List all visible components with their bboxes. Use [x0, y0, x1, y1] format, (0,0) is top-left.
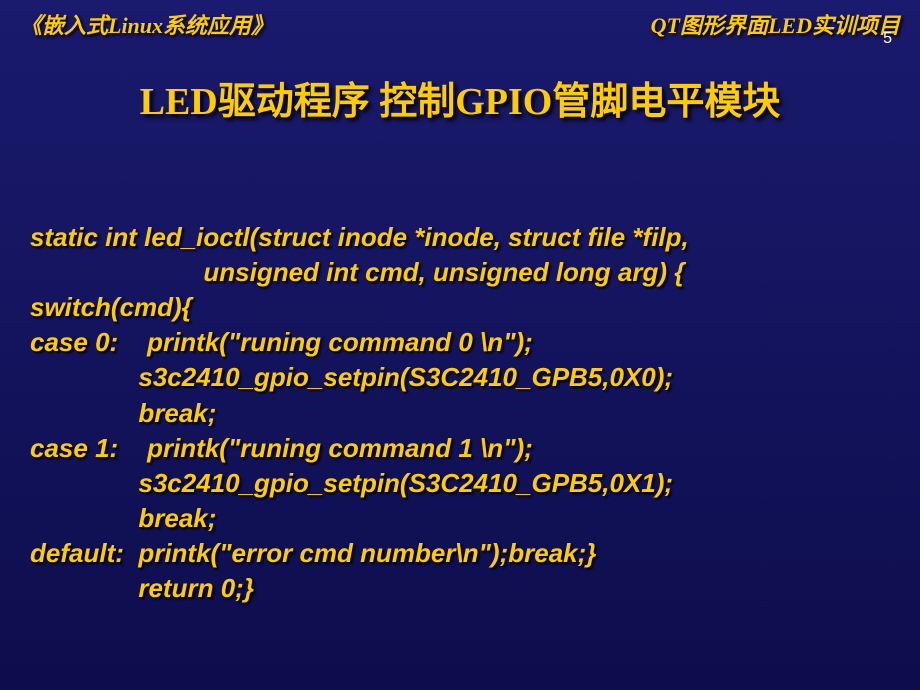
header-right-text: QT图形界面LED实训项目 [651, 8, 900, 40]
page-number: 5 [883, 30, 892, 48]
code-block: static int led_ioctl(struct inode *inode… [30, 185, 880, 606]
code-line: unsigned int cmd, unsigned long arg) { [30, 257, 684, 287]
slide-title: LED驱动程序 控制GPIO管脚电平模块 [0, 70, 920, 125]
code-line: case 1: printk("runing command 1 \n"); [30, 433, 533, 463]
slide-header: 《嵌入式Linux系统应用》 QT图形界面LED实训项目 [0, 0, 920, 40]
code-line: s3c2410_gpio_setpin(S3C2410_GPB5,0X0); [30, 362, 673, 392]
code-line: static int led_ioctl(struct inode *inode… [30, 222, 689, 252]
code-line: break; [30, 398, 216, 428]
code-line: return 0;} [30, 573, 254, 603]
code-line: break; [30, 503, 216, 533]
header-left-text: 《嵌入式Linux系统应用》 [20, 8, 273, 40]
code-line: default: printk("error cmd number\n");br… [30, 538, 596, 568]
code-line: case 0: printk("runing command 0 \n"); [30, 327, 533, 357]
code-line: s3c2410_gpio_setpin(S3C2410_GPB5,0X1); [30, 468, 673, 498]
code-line: switch(cmd){ [30, 292, 192, 322]
